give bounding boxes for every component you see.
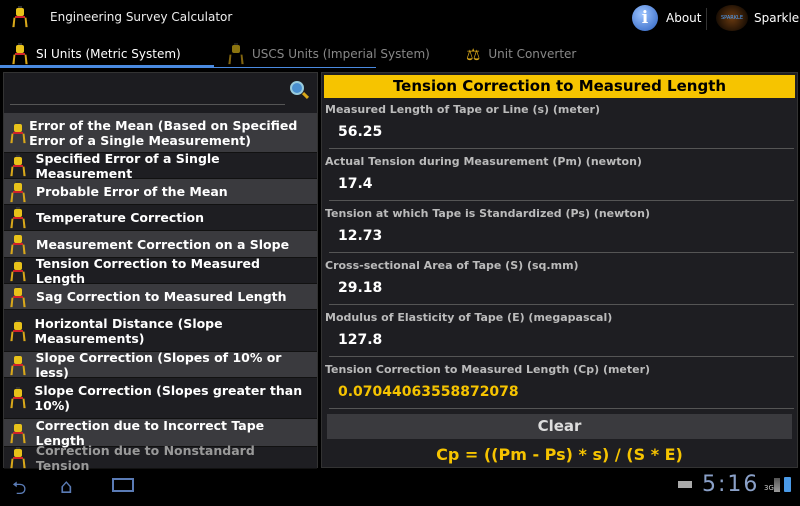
list-item[interactable]: Correction due to Nonstandard Tension — [4, 443, 317, 473]
surveyor-icon — [10, 446, 26, 469]
about-button[interactable]: i About — [632, 5, 701, 31]
formula-text: Cp = ((Pm - Ps) * s) / (S * E) — [436, 445, 683, 464]
tab-label: SI Units (Metric System) — [36, 47, 181, 61]
tab-label: USCS Units (Imperial System) — [252, 47, 430, 61]
recent-apps-icon[interactable] — [112, 478, 134, 492]
clock: 5:16 — [702, 472, 760, 497]
surveyor-icon — [10, 421, 26, 444]
calculator-list[interactable]: Error of the Mean (Based on Specified Er… — [4, 113, 317, 473]
surveyor-icon — [10, 154, 26, 177]
calculator-list-panel: Error of the Mean (Based on Specified Er… — [3, 72, 318, 473]
network-type: 3G — [764, 484, 774, 492]
list-item[interactable]: Slope Correction (Slopes of 10% or less) — [4, 349, 317, 380]
keyboard-icon — [678, 481, 692, 488]
surveyor-icon — [10, 319, 26, 342]
sparkle-label: Sparkle — [754, 11, 800, 25]
list-item-label: Temperature Correction — [36, 210, 204, 225]
input-field: Measured Length of Tape or Line (s) (met… — [322, 100, 797, 152]
signal-icon — [774, 478, 780, 492]
list-item-label: Measurement Correction on a Slope — [36, 236, 290, 252]
list-item-label: Error of the Mean (Based on Specified Er… — [29, 117, 298, 148]
input-field: Cross-sectional Area of Tape (S) (sq.mm)… — [322, 256, 797, 308]
surveyor-icon — [10, 353, 26, 376]
search-icon-handle — [301, 91, 310, 100]
scales-icon: ⚖ — [466, 44, 481, 64]
list-item-label: Slope Correction (Slopes greater than 10… — [34, 383, 303, 413]
surveyor-icon — [10, 233, 26, 255]
sparkle-logo-icon: SPARKLE — [716, 5, 748, 31]
list-item[interactable]: Specified Error of a Single Measurement — [4, 150, 317, 181]
search-input[interactable] — [10, 85, 285, 105]
field-label: Measured Length of Tape or Line (s) (met… — [325, 103, 600, 116]
field-label: Modulus of Elasticity of Tape (E) (megap… — [325, 311, 613, 324]
list-item[interactable]: Temperature Correction — [4, 205, 317, 231]
search-row — [4, 73, 317, 113]
sparkle-button[interactable]: SPARKLE Sparkle — [716, 5, 799, 31]
surveyor-icon — [12, 43, 28, 65]
list-item-label: Sag Correction to Measured Length — [36, 289, 287, 304]
field-input[interactable]: 56.25 — [329, 124, 794, 149]
tab-label: Unit Converter — [488, 47, 577, 61]
form-title: Tension Correction to Measured Length — [324, 75, 795, 98]
input-field: Actual Tension during Measurement (Pm) (… — [322, 152, 797, 204]
list-item-label: Slope Correction (Slopes of 10% or less) — [35, 349, 282, 380]
list-item[interactable]: Slope Correction (Slopes greater than 10… — [4, 378, 317, 419]
tab-uscs-units[interactable]: USCS Units (Imperial System) — [228, 40, 430, 68]
list-item[interactable]: Probable Error of the Mean — [4, 179, 317, 205]
tab-si-units[interactable]: SI Units (Metric System) — [12, 40, 181, 68]
back-icon[interactable]: ⮌ — [12, 476, 26, 506]
list-item[interactable]: Sag Correction to Measured Length — [4, 284, 317, 310]
surveyor-icon — [228, 43, 244, 65]
surveyor-icon — [10, 180, 26, 203]
input-field: Modulus of Elasticity of Tape (E) (megap… — [322, 308, 797, 360]
field-input[interactable]: 127.8 — [329, 332, 794, 357]
app-title: Engineering Survey Calculator — [50, 10, 233, 24]
field-input[interactable]: 12.73 — [329, 228, 794, 253]
list-item[interactable]: Horizontal Distance (Slope Measurements) — [4, 310, 317, 352]
list-item[interactable]: Measurement Correction on a Slope — [4, 231, 317, 258]
about-label: About — [666, 11, 702, 25]
surveyor-icon — [10, 206, 26, 229]
surveyor-icon — [10, 121, 26, 144]
surveyor-icon — [10, 285, 26, 308]
divider — [706, 8, 707, 30]
result-value: 0.07044063558872078 — [329, 384, 794, 409]
field-label: Tension at which Tape is Standardized (P… — [325, 207, 650, 220]
info-icon: i — [632, 5, 658, 31]
calculator-form: Tension Correction to Measured Length Me… — [321, 72, 798, 468]
battery-icon — [784, 477, 791, 492]
home-icon[interactable]: ⌂ — [60, 474, 73, 498]
list-item-label: Probable Error of the Mean — [36, 184, 228, 199]
system-nav-bar: ⮌ ⌂ 5:16 3G — [0, 470, 800, 500]
list-item-label: Tension Correction to Measured Length — [35, 255, 260, 286]
surveyor-icon — [10, 259, 26, 282]
list-item-label: Horizontal Distance (Slope Measurements) — [34, 315, 223, 346]
app-logo-icon — [12, 6, 28, 32]
result-field: Tension Correction to Measured Length (C… — [322, 360, 797, 412]
clear-button[interactable]: Clear — [327, 414, 792, 439]
list-item[interactable]: Error of the Mean (Based on Specified Er… — [4, 113, 317, 153]
active-tab-indicator — [0, 65, 214, 68]
list-item[interactable]: Tension Correction to Measured Length — [4, 255, 317, 286]
field-input[interactable]: 17.4 — [329, 176, 794, 201]
field-label: Actual Tension during Measurement (Pm) (… — [325, 155, 642, 168]
list-item-label: Correction due to Nonstandard Tension — [35, 442, 255, 473]
tab-divider — [214, 67, 376, 68]
input-field: Tension at which Tape is Standardized (P… — [322, 204, 797, 256]
field-input[interactable]: 29.18 — [329, 280, 794, 305]
tab-unit-converter[interactable]: ⚖ Unit Converter — [466, 40, 576, 68]
list-item-label: Specified Error of a Single Measurement — [35, 150, 220, 181]
result-label: Tension Correction to Measured Length (C… — [325, 363, 651, 376]
surveyor-icon — [10, 387, 26, 409]
field-label: Cross-sectional Area of Tape (S) (sq.mm) — [325, 259, 579, 272]
